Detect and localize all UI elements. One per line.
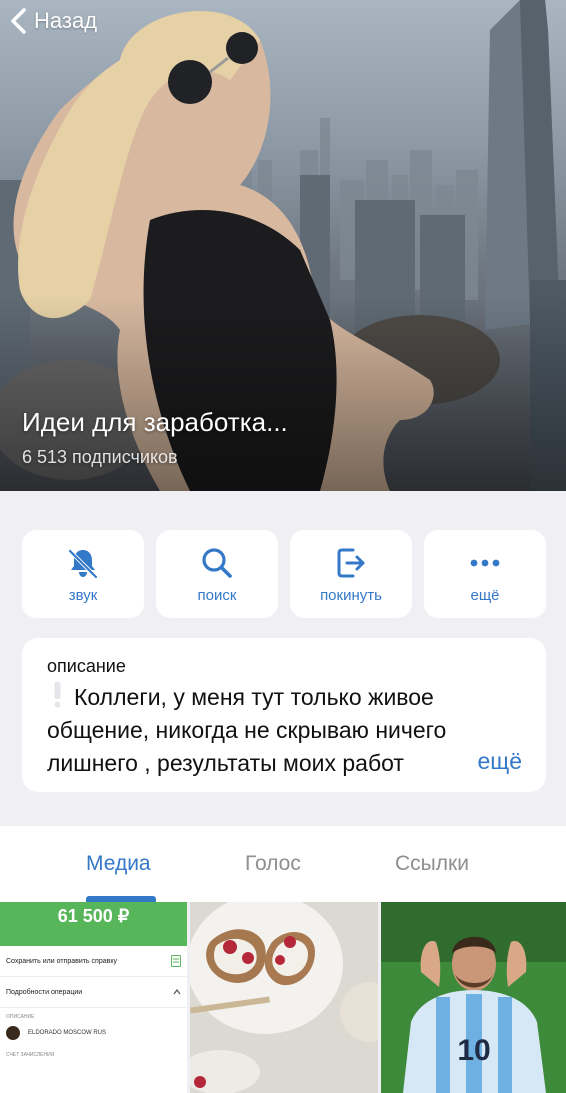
media-item-food-photo[interactable] xyxy=(190,902,378,1093)
channel-actions: звук поиск покинуть ещё xyxy=(22,530,546,618)
tab-voice[interactable]: Голос xyxy=(245,852,301,876)
search-button[interactable]: поиск xyxy=(156,530,278,618)
football-player-image: 10 xyxy=(381,902,566,1093)
mute-label: звук xyxy=(68,586,98,604)
media-tabs: Медиа Голос Ссылки xyxy=(0,826,566,902)
document-icon xyxy=(171,955,181,967)
bell-slash-icon xyxy=(68,548,98,579)
receipt-save-label: Сохранить или отправить справку xyxy=(6,957,117,965)
back-label: Назад xyxy=(34,8,98,33)
receipt-row-save: Сохранить или отправить справку xyxy=(0,946,187,977)
jersey-number: 10 xyxy=(457,1034,490,1067)
media-item-football-photo[interactable]: 10 xyxy=(381,902,566,1093)
description-heading: описание xyxy=(47,656,126,676)
more-label: ещё xyxy=(470,586,500,604)
tab-links[interactable]: Ссылки xyxy=(395,852,469,876)
description-card: описание Коллеги, у меня тут только живо… xyxy=(22,638,546,792)
more-dots-icon xyxy=(470,559,500,566)
leave-label: покинуть xyxy=(320,586,382,604)
receipt-account-label: СЧЕТ ЗАЧИСЛЕНИЯ xyxy=(6,1052,55,1058)
description-more-link[interactable]: ещё xyxy=(433,748,522,775)
search-label: поиск xyxy=(197,586,237,604)
exclamation-icon xyxy=(54,682,61,708)
mute-button[interactable]: звук xyxy=(22,530,144,618)
channel-title: Идеи для заработка... xyxy=(22,407,288,437)
merchant-name: ELDORADO MOSCOW RUS xyxy=(28,1030,107,1036)
leave-icon xyxy=(337,548,365,577)
chevron-up-icon xyxy=(173,989,181,995)
receipt-description-label: ОПИСАНИЕ xyxy=(6,1014,35,1020)
more-button[interactable]: ещё xyxy=(424,530,546,618)
leave-button[interactable]: покинуть xyxy=(290,530,412,618)
search-icon xyxy=(202,547,232,578)
channel-header-photo: Назад Идеи для заработка... 6 513 подпис… xyxy=(0,0,566,491)
back-button[interactable]: Назад xyxy=(8,4,97,38)
description-text: Коллеги, у меня тут только живое общение… xyxy=(47,684,447,776)
receipt-amount: 61 500 ₽ xyxy=(0,902,187,946)
media-item-receipt[interactable]: 61 500 ₽ Сохранить или отправить справку… xyxy=(0,902,187,1093)
food-photo-image xyxy=(190,902,378,1093)
chevron-left-icon xyxy=(11,8,26,34)
tab-media[interactable]: Медиа xyxy=(86,852,151,876)
receipt-merchant: ELDORADO MOSCOW RUS xyxy=(0,1020,187,1046)
subscriber-count: 6 513 подписчиков xyxy=(22,447,178,467)
receipt-details-label: Подробности операции xyxy=(6,988,83,996)
receipt-row-details: Подробности операции xyxy=(0,977,187,1008)
merchant-logo-icon xyxy=(6,1026,20,1040)
